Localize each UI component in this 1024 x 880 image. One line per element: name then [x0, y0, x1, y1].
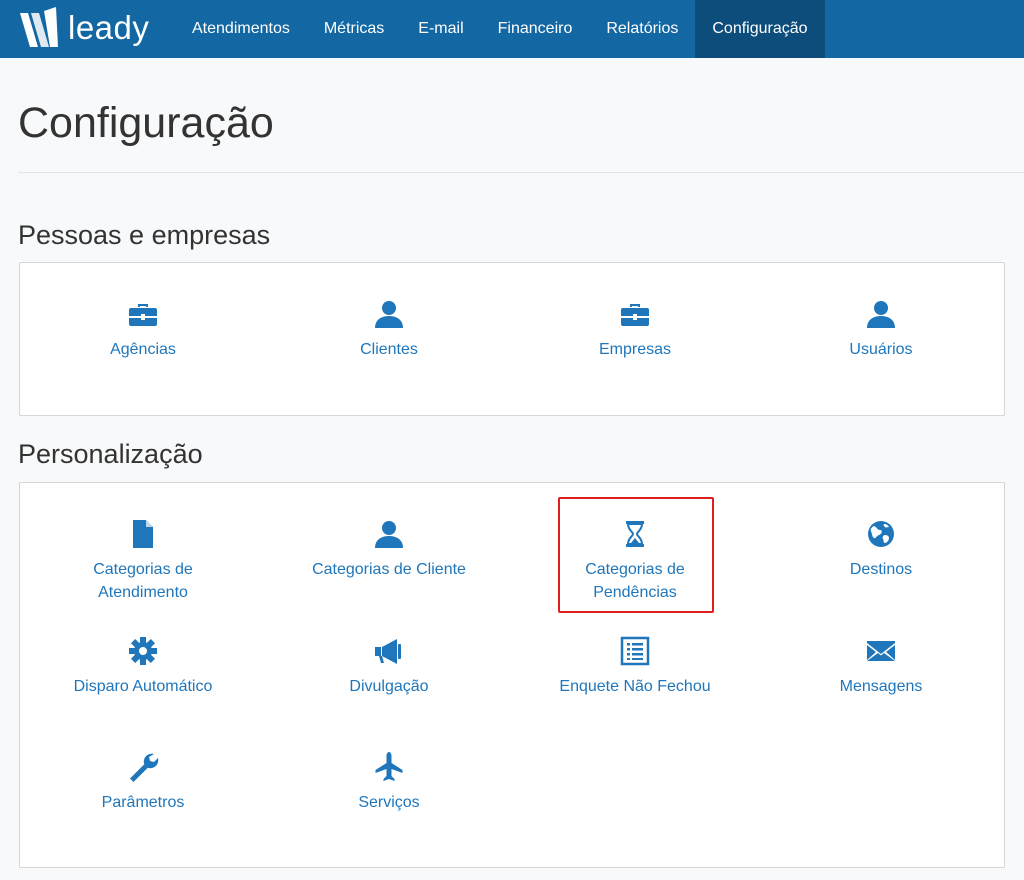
tile-label: Agências — [110, 341, 176, 358]
tile-categorias-cliente[interactable]: Categorias de Cliente — [266, 518, 512, 581]
tile-clientes[interactable]: Clientes — [266, 298, 512, 361]
title-divider — [18, 172, 1024, 173]
nav-configuracao[interactable]: Configuração — [695, 0, 825, 58]
tile-disparo-automatico[interactable]: Disparo Automático — [20, 635, 266, 698]
nav-metricas[interactable]: Métricas — [307, 0, 401, 58]
gear-icon — [127, 635, 159, 667]
wrench-icon — [127, 751, 159, 783]
tile-servicos[interactable]: Serviços — [266, 751, 512, 814]
tile-label: Categorias de Atendimento — [93, 561, 193, 601]
tile-label: Enquete Não Fechou — [559, 678, 711, 695]
page-title: Configuração — [18, 99, 274, 147]
nav-atendimentos[interactable]: Atendimentos — [175, 0, 307, 58]
envelope-icon — [865, 635, 897, 667]
tile-label: Mensagens — [839, 678, 923, 695]
tile-parametros[interactable]: Parâmetros — [20, 751, 266, 814]
nav-financeiro[interactable]: Financeiro — [481, 0, 590, 58]
brand-name: leady — [68, 8, 150, 46]
tile-categorias-pendencias[interactable]: Categorias de Pendências — [512, 518, 758, 604]
file-icon — [127, 518, 159, 550]
user-icon — [865, 298, 897, 330]
briefcase-icon — [619, 298, 651, 330]
tile-label: Serviços — [358, 794, 420, 811]
brand-logo[interactable]: leady — [0, 0, 175, 58]
tile-destinos[interactable]: Destinos — [758, 518, 1004, 581]
tile-label: Destinos — [849, 561, 913, 578]
megaphone-icon — [373, 635, 405, 667]
panel-personalizacao: Categorias de Atendimento Categorias de … — [19, 482, 1005, 868]
section-title-personalizacao: Personalização — [18, 439, 203, 469]
tile-divulgacao[interactable]: Divulgação — [266, 635, 512, 698]
panel-pessoas-empresas: Agências Clientes Empresas Usuários — [19, 262, 1005, 416]
hourglass-icon — [619, 518, 651, 550]
globe-icon — [865, 518, 897, 550]
tile-label: Parâmetros — [101, 794, 185, 811]
nav-email[interactable]: E-mail — [401, 0, 480, 58]
tile-label: Categorias de Cliente — [312, 561, 466, 578]
tile-usuarios[interactable]: Usuários — [758, 298, 1004, 361]
plane-icon — [373, 751, 405, 783]
nav-relatorios[interactable]: Relatórios — [589, 0, 695, 58]
leady-logo-icon — [20, 7, 58, 47]
tile-empresas[interactable]: Empresas — [512, 298, 758, 361]
tile-label: Divulgação — [349, 678, 429, 695]
user-icon — [373, 518, 405, 550]
briefcase-icon — [127, 298, 159, 330]
tile-enquete-nao-fechou[interactable]: Enquete Não Fechou — [512, 635, 758, 698]
section-title-pessoas: Pessoas e empresas — [18, 220, 271, 250]
tile-label: Usuários — [849, 341, 913, 358]
tile-categorias-atendimento[interactable]: Categorias de Atendimento — [20, 518, 266, 604]
tile-label: Clientes — [360, 341, 418, 358]
tile-agencias[interactable]: Agências — [20, 298, 266, 361]
list-icon — [619, 635, 651, 667]
tile-label: Categorias de Pendências — [585, 561, 685, 601]
user-icon — [373, 298, 405, 330]
tile-label: Empresas — [598, 341, 672, 358]
tile-label: Disparo Automático — [73, 678, 213, 695]
top-navbar: leady Atendimentos Métricas E-mail Finan… — [0, 0, 1024, 58]
tile-mensagens[interactable]: Mensagens — [758, 635, 1004, 698]
